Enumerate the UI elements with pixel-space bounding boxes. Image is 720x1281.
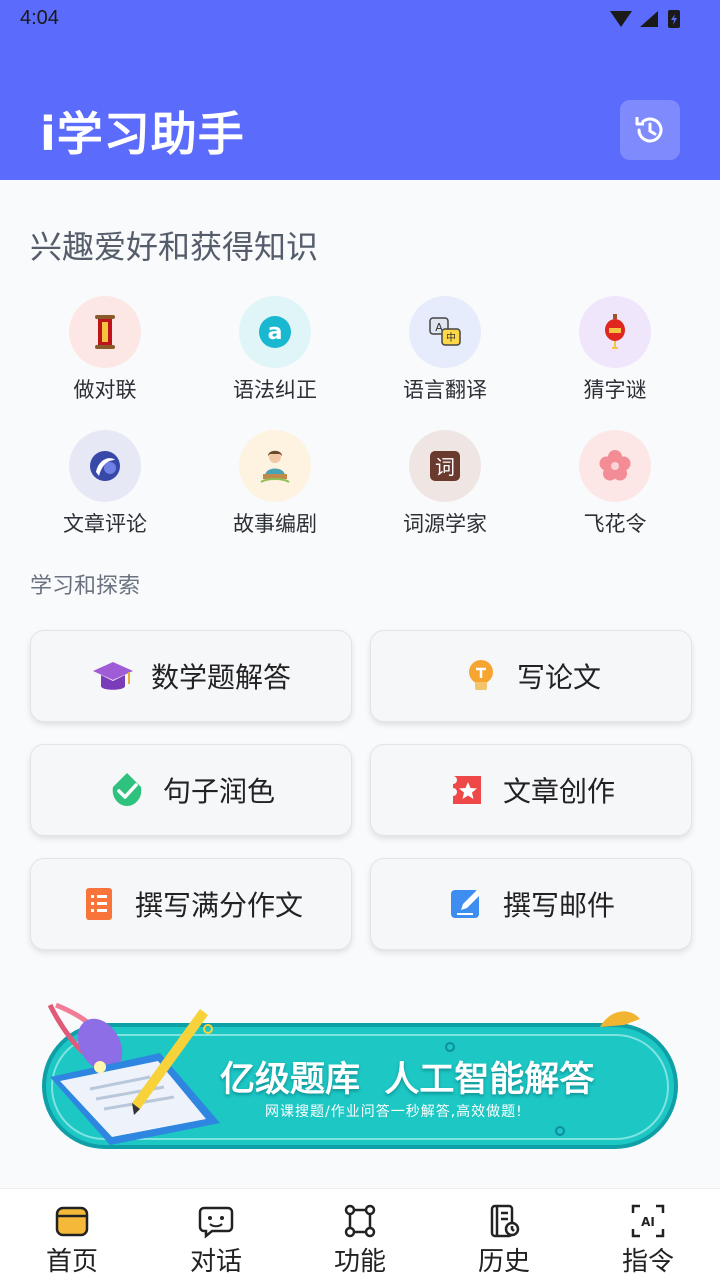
history-icon: [635, 117, 663, 143]
tab-chat[interactable]: 对话: [144, 1189, 288, 1281]
card-label: 撰写满分作文: [134, 889, 303, 922]
scroll-icon: [69, 296, 141, 368]
grid-item-story[interactable]: 故事编剧: [190, 430, 360, 540]
tab-label: 指令: [621, 1247, 674, 1277]
app-title: i学习助手: [40, 107, 245, 161]
ticket-star-icon: [452, 776, 481, 804]
grid-item-label: 做对联: [73, 378, 137, 402]
tab-label: 历史: [477, 1247, 530, 1277]
card-label: 文章创作: [502, 775, 615, 808]
grid-item-label: 语法纠正: [233, 378, 317, 402]
graduation-cap-icon: [92, 662, 133, 690]
lantern-icon: [579, 296, 651, 368]
history-book-icon: [490, 1204, 520, 1238]
letter-a-icon: a: [239, 296, 311, 368]
svg-text:AI: AI: [641, 1215, 655, 1229]
write-paper-card[interactable]: 写论文: [370, 630, 692, 722]
grid-item-couplet[interactable]: 做对联: [20, 296, 190, 406]
grid-item-riddle[interactable]: 猜字谜: [530, 296, 700, 406]
tab-features[interactable]: 功能: [288, 1189, 432, 1281]
moon-swirl-icon: [69, 430, 141, 502]
ci-character-icon: 词: [409, 430, 481, 502]
translate-icon: A中: [409, 296, 481, 368]
grid-item-label: 文章评论: [63, 512, 147, 536]
write-email-card[interactable]: 撰写邮件: [370, 858, 692, 950]
lightbulb-icon: [468, 660, 493, 690]
bottom-tab-bar: 首页 对话 功能 历史 AI 指令: [0, 1188, 720, 1281]
article-writing-card[interactable]: 文章创作: [370, 744, 692, 836]
sentence-polish-card[interactable]: 句子润色: [30, 744, 352, 836]
status-icons: [610, 10, 680, 28]
status-time: 4:04: [20, 7, 59, 29]
chat-bubble-icon: [198, 1206, 234, 1239]
grid-item-label: 故事编剧: [233, 512, 317, 536]
list-document-icon: [85, 888, 112, 920]
grid-item-translate[interactable]: A中 语言翻译: [360, 296, 530, 406]
grid-item-grammar[interactable]: a 语法纠正: [190, 296, 360, 406]
tab-label: 首页: [45, 1247, 98, 1277]
card-label: 写论文: [516, 661, 601, 694]
card-label: 撰写邮件: [502, 889, 615, 922]
promo-banner[interactable]: 亿级题库 人工智能解答 网课搜题/作业问答一秒解答,高效做题!: [40, 995, 680, 1160]
grid-item-label: 语言翻译: [403, 378, 487, 402]
grid-item-label: 飞花令: [583, 512, 647, 536]
history-button[interactable]: [620, 100, 680, 160]
ai-command-icon: AI: [631, 1204, 665, 1238]
svg-text:词: 词: [435, 455, 455, 479]
section-interest-title: 兴趣爱好和获得知识: [30, 228, 319, 266]
home-folder-icon: [55, 1206, 89, 1237]
leaf-check-icon: [112, 773, 142, 806]
svg-text:a: a: [268, 320, 283, 345]
grid-item-flower[interactable]: 飞花令: [530, 430, 700, 540]
grid-item-label: 猜字谜: [583, 378, 647, 402]
section-learning-title: 学习和探索: [30, 574, 141, 599]
storyteller-icon: [239, 430, 311, 502]
grid-item-etymology[interactable]: 词 词源学家: [360, 430, 530, 540]
app-header: i学习助手: [0, 36, 720, 180]
math-answer-card[interactable]: 数学题解答: [30, 630, 352, 722]
status-bar: 4:04: [0, 0, 720, 36]
flower-icon: [579, 430, 651, 502]
tab-label: 功能: [333, 1247, 386, 1277]
svg-text:中: 中: [446, 331, 456, 344]
card-label: 句子润色: [162, 775, 275, 808]
banner-subline: 网课搜题/作业问答一秒解答,高效做题!: [265, 1104, 523, 1120]
nodes-icon: [344, 1204, 376, 1238]
tab-commands[interactable]: AI 指令: [576, 1189, 720, 1281]
tab-history[interactable]: 历史: [432, 1189, 576, 1281]
full-score-essay-card[interactable]: 撰写满分作文: [30, 858, 352, 950]
grid-item-article-review[interactable]: 文章评论: [20, 430, 190, 540]
banner-headline: 亿级题库 人工智能解答: [220, 1060, 595, 1100]
edit-note-icon: [450, 890, 481, 918]
tab-home[interactable]: 首页: [0, 1189, 144, 1281]
tab-label: 对话: [189, 1247, 242, 1277]
card-label: 数学题解答: [150, 661, 291, 694]
grid-item-label: 词源学家: [403, 512, 487, 536]
